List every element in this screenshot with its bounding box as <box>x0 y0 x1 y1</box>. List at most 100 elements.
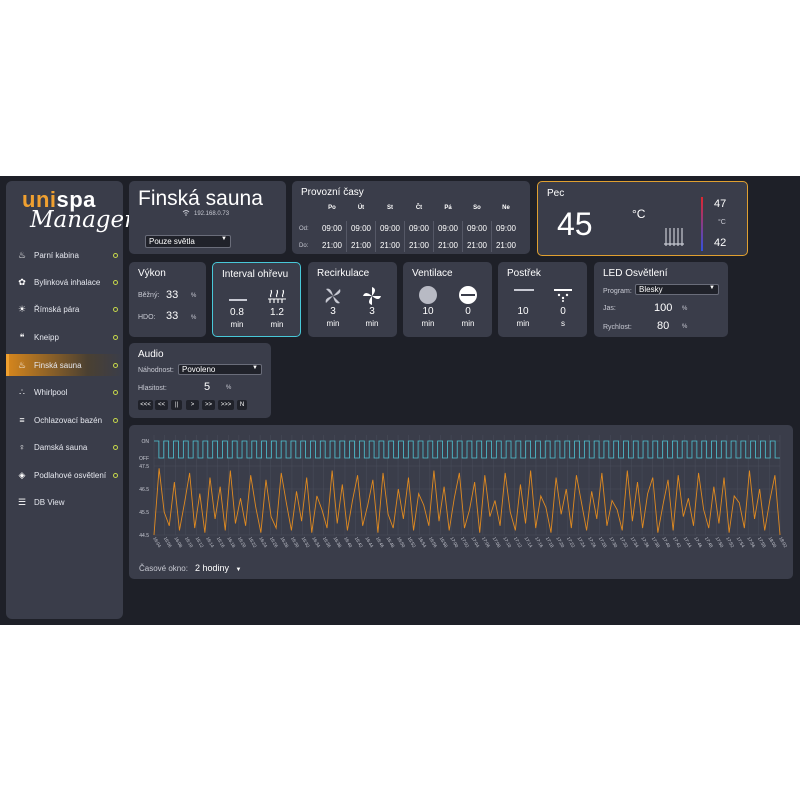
sidebar-item-whirlpool[interactable]: ∴ Whirlpool <box>6 381 123 403</box>
from-time-fri[interactable]: 09:00 <box>434 224 462 233</box>
chevron-down-icon: ▼ <box>221 236 227 242</box>
ip-address: 192.168.0.73 <box>194 211 230 217</box>
audio-skip-back-far-button[interactable]: <<< <box>138 400 153 410</box>
audio-skip-back-button[interactable]: << <box>155 400 168 410</box>
audio-random-select[interactable]: Povoleno ▼ <box>178 364 262 375</box>
led-program-value: Blesky <box>639 285 663 294</box>
to-label: Do: <box>299 243 309 249</box>
to-time-sat[interactable]: 21:00 <box>463 241 491 250</box>
audio-skip-forward-far-button[interactable]: >>> <box>218 400 234 410</box>
time-window-select[interactable]: 2 hodiny ▼ <box>195 563 242 573</box>
to-time-tue[interactable]: 21:00 <box>347 241 375 250</box>
sidebar-item-bylinkova-inhalace[interactable]: ✿ Bylinková inhalace <box>6 271 123 293</box>
sidebar-item-finska-sauna[interactable]: ♨ Finská sauna <box>6 354 123 376</box>
led-brightness-value[interactable]: 100 <box>654 302 672 314</box>
temp-max: 47 <box>714 198 727 210</box>
x-tick-label: 17:48 <box>704 536 714 549</box>
audio-next-button[interactable]: N <box>237 400 247 410</box>
to-time-fri[interactable]: 21:00 <box>434 241 462 250</box>
recirculation-off-value[interactable]: 3 <box>320 306 346 317</box>
power-hdo-value[interactable]: 33 <box>166 310 178 322</box>
sidebar-item-podlahove-osvetleni[interactable]: ◈ Podlahové osvětlení <box>6 464 123 486</box>
sidebar-item-label: Ochlazovací bazén <box>34 415 103 425</box>
x-tick-label: 17:12 <box>513 536 523 549</box>
sidebar-item-ochlazovaci-bazen[interactable]: ≡ Ochlazovací bazén <box>6 409 123 431</box>
led-program-select[interactable]: Blesky ▼ <box>635 284 719 295</box>
ventilation-on-value[interactable]: 0 <box>455 306 481 317</box>
fan-off-icon <box>325 288 341 304</box>
y-tick-label: OFF <box>139 456 149 462</box>
sidebar-item-rimska-para[interactable]: ☀ Římská pára <box>6 298 123 320</box>
x-tick-label: 17:10 <box>502 536 512 549</box>
audio-volume-value[interactable]: 5 <box>204 381 210 393</box>
sidebar-item-parni-kabina[interactable]: ♨ Parní kabina <box>6 244 123 266</box>
ventilation-off-value[interactable]: 10 <box>415 306 441 317</box>
audio-play-button[interactable]: > <box>186 400 199 410</box>
mode-select[interactable]: Pouze světla ▼ <box>145 235 231 248</box>
audio-skip-forward-button[interactable]: >> <box>202 400 215 410</box>
x-tick-label: 16:56 <box>428 536 438 549</box>
audio-volume-unit: % <box>226 385 232 391</box>
status-dot <box>113 334 118 340</box>
spray-off-value[interactable]: 10 <box>510 306 536 317</box>
sidebar-item-kneipp[interactable]: ❝ Kneipp <box>6 326 123 348</box>
led-speed-value[interactable]: 80 <box>657 320 669 332</box>
sidebar: unispa Manager ♨ Parní kabina ✿ Bylinkov… <box>6 181 135 619</box>
x-tick-label: 18:00 <box>768 536 778 549</box>
x-tick-label: 16:10 <box>184 536 194 549</box>
sidebar-item-label: Podlahové osvětlení <box>34 470 107 480</box>
from-time-tue[interactable]: 09:00 <box>347 224 375 233</box>
status-dot <box>113 252 118 258</box>
x-tick-label: 17:42 <box>672 536 682 549</box>
from-time-wed[interactable]: 09:00 <box>376 224 404 233</box>
power-normal-unit: % <box>191 293 197 299</box>
oven-card: Pec 45 °C 47 °C 42 <box>537 181 748 256</box>
heating-on-value[interactable]: 1.2 <box>264 307 290 318</box>
day-header: Po <box>328 205 336 211</box>
audio-pause-button[interactable]: || <box>171 400 182 410</box>
power-hdo-unit: % <box>191 315 197 321</box>
from-time-sun[interactable]: 09:00 <box>492 224 520 233</box>
to-time-sun[interactable]: 21:00 <box>492 241 520 250</box>
x-tick-label: 16:52 <box>407 536 417 549</box>
status-dot <box>113 389 118 395</box>
heating-interval-card[interactable]: Interval ohřevu 0.8 min 1.2 min <box>212 262 301 337</box>
x-tick-label: 16:06 <box>163 536 173 549</box>
audio-card: Audio Náhodnost: Povoleno ▼ Hlasitost: 5… <box>129 343 271 418</box>
recirculation-card: Recirkulace 3 min 3 min <box>308 262 397 337</box>
x-tick-label: 16:08 <box>173 536 183 549</box>
audio-volume-label: Hlasitost: <box>138 385 167 392</box>
x-tick-label: 16:42 <box>354 536 364 549</box>
x-tick-label: 16:04 <box>152 536 162 549</box>
time-window-label: Časové okno: <box>139 564 188 573</box>
to-time-wed[interactable]: 21:00 <box>376 241 404 250</box>
header-card: Finská sauna 192.168.0.73 Pouze světla ▼ <box>129 181 286 254</box>
x-tick-label: 17:16 <box>534 536 544 549</box>
to-time-mon[interactable]: 21:00 <box>318 241 346 250</box>
vent-closed-icon <box>419 286 437 304</box>
divider <box>491 221 492 252</box>
sidebar-item-db-view[interactable]: ☰ DB View <box>6 491 123 513</box>
led-speed-label: Rychlost: <box>603 324 632 331</box>
power-normal-value[interactable]: 33 <box>166 289 178 301</box>
x-tick-label: 16:14 <box>205 536 215 549</box>
spray-on-value[interactable]: 0 <box>550 306 576 317</box>
x-tick-label: 17:22 <box>566 536 576 549</box>
recirculation-on-value[interactable]: 3 <box>359 306 385 317</box>
from-time-thu[interactable]: 09:00 <box>405 224 433 233</box>
sidebar-item-damska-sauna[interactable]: ♀ Damská sauna <box>6 436 123 458</box>
x-tick-label: 17:40 <box>661 536 671 549</box>
recirculation-title: Recirkulace <box>317 268 370 279</box>
x-tick-label: 16:38 <box>333 536 343 549</box>
from-time-sat[interactable]: 09:00 <box>463 224 491 233</box>
herb-leaf-icon: ✿ <box>18 276 26 287</box>
mode-select-value: Pouze světla <box>149 237 195 246</box>
to-time-thu[interactable]: 21:00 <box>405 241 433 250</box>
chevron-down-icon: ▼ <box>235 567 242 573</box>
status-dot <box>113 444 118 450</box>
steam-cabin-icon: ♨ <box>17 249 27 260</box>
from-label: Od: <box>299 226 309 232</box>
from-time-mon[interactable]: 09:00 <box>318 224 346 233</box>
temp-min: 42 <box>714 237 727 249</box>
heating-off-value[interactable]: 0.8 <box>224 307 250 318</box>
